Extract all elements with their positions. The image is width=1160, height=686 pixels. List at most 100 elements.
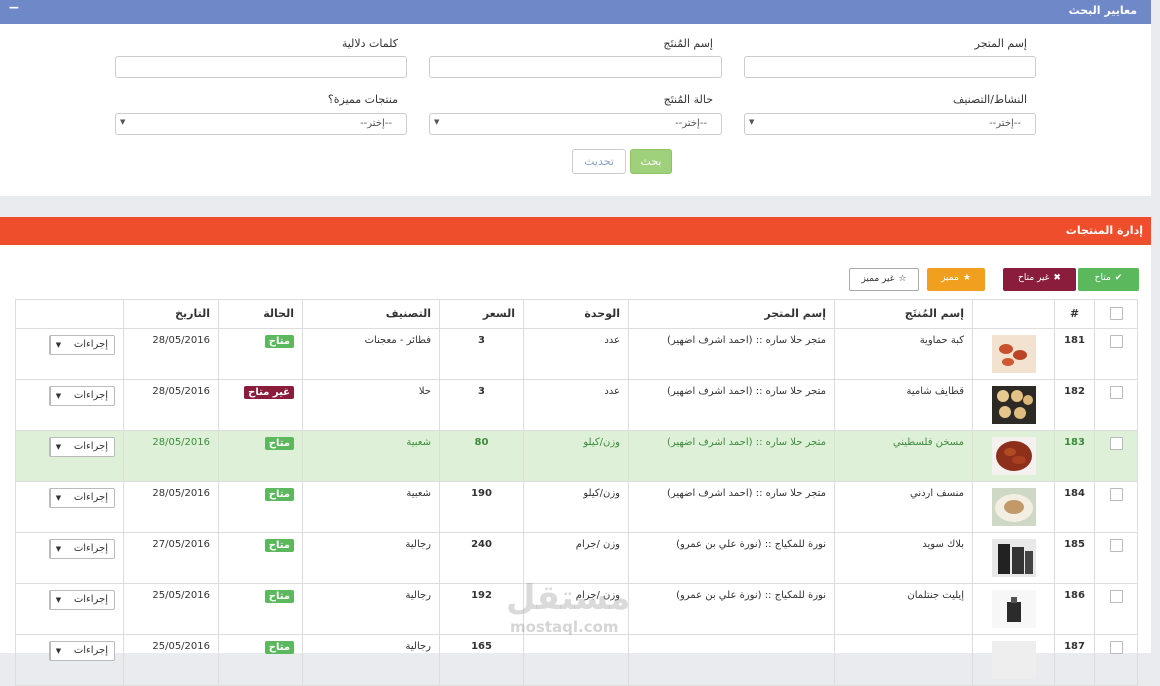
row-checkbox[interactable] <box>1109 437 1123 450</box>
unit-cell: عدد <box>523 328 629 380</box>
select-cell <box>1094 634 1138 686</box>
search-button[interactable]: بحث <box>630 149 672 174</box>
actions-dropdown[interactable]: إجراءات ▼ <box>49 539 115 559</box>
mark-unavailable-button[interactable]: غير متاح ✖ <box>1003 268 1076 291</box>
product-status-select[interactable]: --إختر-- ▼ <box>429 113 722 135</box>
product-thumbnail[interactable] <box>991 539 1036 577</box>
mark-available-button[interactable]: متاح ✔ <box>1078 268 1139 291</box>
status-cell: غير متاح <box>218 379 303 431</box>
actions-cell: إجراءات ▼ <box>15 328 124 380</box>
category-header[interactable]: التصنيف <box>302 299 440 329</box>
product-image-cell <box>972 328 1055 380</box>
product-name-cell: كبة حماوية <box>834 328 973 380</box>
product-status-select-value: --إختر-- <box>675 118 707 129</box>
keywords-input[interactable] <box>115 56 407 78</box>
store-name-cell: متجر حلا ساره :: (احمد اشرف اضهير) <box>628 379 835 431</box>
product-name-cell: إيليت جنتلمان <box>834 583 973 635</box>
featured-label: منتجات مميزة؟ <box>327 93 398 106</box>
store-name-cell: نورة للمكياج :: (نورة علي بن عمرو) <box>628 583 835 635</box>
select-all-checkbox[interactable] <box>1109 307 1123 320</box>
mark-not-featured-button[interactable]: غير مميز ☆ <box>849 268 919 291</box>
store-name-cell: متجر حلا ساره :: (احمد اشرف اضهير) <box>628 481 835 533</box>
product-image-cell <box>972 583 1055 635</box>
actions-cell: إجراءات ▼ <box>15 634 124 686</box>
reset-button[interactable]: تحديث <box>572 149 626 174</box>
close-icon: ✖ <box>1053 273 1061 283</box>
collapse-icon[interactable]: − <box>8 0 20 16</box>
chevron-down-icon: ▼ <box>50 438 66 456</box>
table-row[interactable]: إجراءات ▼ 28/05/2016 متاح شعبية 190 وزن/كيلو مت… <box>15 481 1138 533</box>
unit-cell: وزن/كيلو <box>523 481 629 533</box>
id-cell: 184 <box>1054 481 1095 533</box>
row-checkbox[interactable] <box>1109 590 1123 603</box>
unit-cell <box>523 634 629 686</box>
table-header-row: التاريخ الحالة التصنيف السعر الوحدة إسم … <box>15 299 1138 329</box>
product-thumbnail[interactable] <box>991 335 1036 373</box>
table-row[interactable]: إجراءات ▼ 28/05/2016 غير متاح حلا 3 عدد متجر حل… <box>15 379 1138 431</box>
actions-dropdown[interactable]: إجراءات ▼ <box>49 641 115 661</box>
unit-header[interactable]: الوحدة <box>523 299 629 329</box>
chevron-down-icon: ▼ <box>50 540 66 558</box>
check-icon: ✔ <box>1114 273 1123 283</box>
status-badge: غير متاح <box>244 386 294 399</box>
actions-cell: إجراءات ▼ <box>15 532 124 584</box>
store-name-header[interactable]: إسم المتجر <box>628 299 835 329</box>
actions-label: إجراءات <box>73 594 108 605</box>
star-icon: ★ <box>962 273 971 283</box>
status-cell: متاح <box>218 583 303 635</box>
id-cell: 187 <box>1054 634 1095 686</box>
chevron-down-icon: ▼ <box>50 336 66 354</box>
date-cell: 28/05/2016 <box>123 481 219 533</box>
product-image-cell <box>972 379 1055 431</box>
table-row[interactable]: إجراءات ▼ 27/05/2016 متاح رجالية 240 وزن /جرام… <box>15 532 1138 584</box>
row-checkbox[interactable] <box>1109 539 1123 552</box>
table-row[interactable]: إجراءات ▼ 25/05/2016 متاح رجالية 165 187 <box>15 634 1138 686</box>
activity-select[interactable]: --إختر-- ▼ <box>744 113 1036 135</box>
actions-dropdown[interactable]: إجراءات ▼ <box>49 386 115 406</box>
unit-cell: عدد <box>523 379 629 431</box>
status-header[interactable]: الحالة <box>218 299 303 329</box>
product-thumbnail[interactable] <box>991 641 1036 679</box>
product-image-cell <box>972 634 1055 686</box>
product-thumbnail[interactable] <box>991 488 1036 526</box>
product-thumbnail[interactable] <box>991 590 1036 628</box>
actions-dropdown[interactable]: إجراءات ▼ <box>49 437 115 457</box>
row-checkbox[interactable] <box>1109 641 1123 654</box>
table-row[interactable]: إجراءات ▼ 28/05/2016 متاح شعبية 80 وزن/كيلو متج… <box>15 430 1138 482</box>
category-cell: حلا <box>302 379 440 431</box>
actions-dropdown[interactable]: إجراءات ▼ <box>49 590 115 610</box>
featured-select[interactable]: --إختر-- ▼ <box>115 113 407 135</box>
id-header[interactable]: # <box>1054 299 1095 329</box>
row-checkbox[interactable] <box>1109 335 1123 348</box>
product-name-header[interactable]: إسم المُنتَج <box>834 299 973 329</box>
actions-dropdown[interactable]: إجراءات ▼ <box>49 335 115 355</box>
date-header[interactable]: التاريخ <box>123 299 219 329</box>
price-cell: 240 <box>439 532 524 584</box>
actions-label: إجراءات <box>73 339 108 350</box>
featured-select-value: --إختر-- <box>360 118 392 129</box>
row-checkbox[interactable] <box>1109 488 1123 501</box>
price-header[interactable]: السعر <box>439 299 524 329</box>
status-cell: متاح <box>218 328 303 380</box>
unit-cell: وزن/كيلو <box>523 430 629 482</box>
id-cell: 185 <box>1054 532 1095 584</box>
status-badge: متاح <box>264 641 294 654</box>
product-thumbnail[interactable] <box>991 437 1036 475</box>
id-cell: 186 <box>1054 583 1095 635</box>
watermark-logo: مستقل <box>506 578 631 618</box>
date-cell: 27/05/2016 <box>123 532 219 584</box>
product-thumbnail[interactable] <box>991 386 1036 424</box>
product-name-cell: منسف اردني <box>834 481 973 533</box>
table-row[interactable]: إجراءات ▼ 28/05/2016 متاح فطائر - معجنات 3 عدد… <box>15 328 1138 380</box>
product-name-input[interactable] <box>429 56 722 78</box>
mark-featured-label: مميز <box>941 273 959 283</box>
store-name-cell: متجر حلا ساره :: (احمد اشرف اضهير) <box>628 328 835 380</box>
row-checkbox[interactable] <box>1109 386 1123 399</box>
actions-dropdown[interactable]: إجراءات ▼ <box>49 488 115 508</box>
mark-unavailable-label: غير متاح <box>1018 273 1050 283</box>
mark-featured-button[interactable]: مميز ★ <box>927 268 985 291</box>
image-header <box>972 299 1055 329</box>
store-name-input[interactable] <box>744 56 1036 78</box>
chevron-down-icon: ▼ <box>50 642 66 660</box>
chevron-down-icon: ▼ <box>120 118 126 126</box>
